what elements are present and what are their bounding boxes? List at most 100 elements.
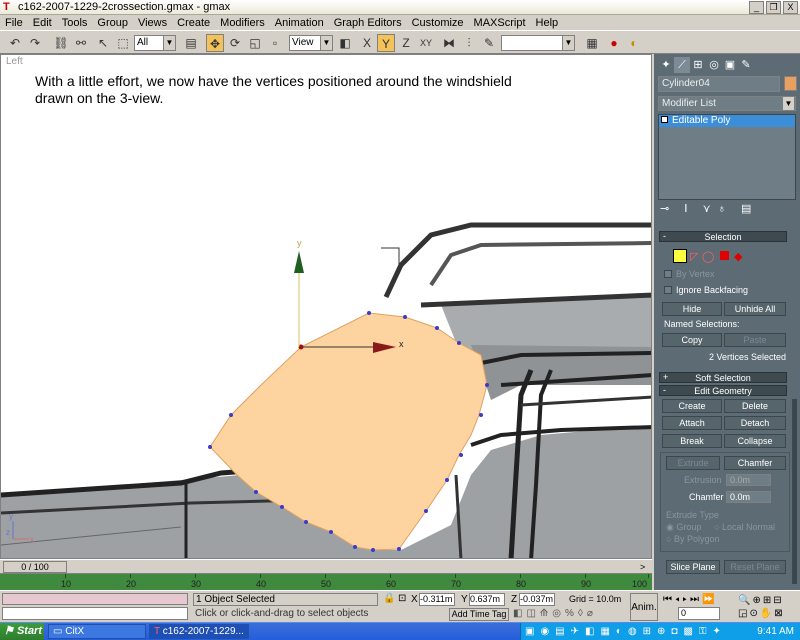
- viewport-left[interactable]: Left With a little effort, we now have t…: [0, 54, 652, 559]
- menu-customize[interactable]: Customize: [407, 17, 469, 29]
- panel-scrollbar[interactable]: [792, 399, 797, 584]
- extrusion-field[interactable]: 0.0m: [726, 474, 771, 486]
- absolute-mode-icon[interactable]: ⊡: [398, 593, 406, 604]
- minimize-button[interactable]: _: [749, 0, 764, 14]
- maxscript-input[interactable]: [2, 607, 188, 620]
- by-polygon-radio[interactable]: ○ By Polygon: [666, 534, 719, 544]
- named-selection-icon[interactable]: ✎: [480, 34, 498, 52]
- stack-item-editable-poly[interactable]: Editable Poly: [659, 115, 795, 127]
- reference-coord-dropdown[interactable]: View ▼: [289, 35, 333, 51]
- axis-xy-icon[interactable]: XY: [417, 34, 435, 52]
- display-tab-icon[interactable]: ▣: [722, 57, 738, 73]
- taskbar-item-gmax[interactable]: T c162-2007-1229...: [149, 624, 249, 639]
- chamfer-button[interactable]: Chamfer: [724, 456, 786, 470]
- menu-maxscript[interactable]: MAXScript: [469, 17, 531, 29]
- axis-y-icon[interactable]: Y: [377, 34, 395, 52]
- anim-toggle-button[interactable]: Anim.: [630, 593, 658, 621]
- redo-icon[interactable]: ↷: [26, 34, 44, 52]
- material-editor-icon[interactable]: ▦: [583, 34, 601, 52]
- border-mode-icon[interactable]: ◯: [702, 250, 714, 263]
- menu-file[interactable]: File: [0, 17, 28, 29]
- start-button[interactable]: ⚑ Start: [0, 623, 44, 640]
- axis-x-icon[interactable]: X: [358, 34, 376, 52]
- polygon-mode-icon[interactable]: [720, 251, 729, 260]
- add-time-tag-button[interactable]: Add Time Tag: [449, 608, 509, 621]
- object-name-field[interactable]: Cylinder04: [658, 76, 780, 92]
- reset-plane-button[interactable]: Reset Plane: [724, 560, 786, 574]
- rotate-icon[interactable]: ⟳: [226, 34, 244, 52]
- align-icon[interactable]: ⫶: [460, 34, 478, 52]
- scale-flyout-icon[interactable]: ▫: [266, 34, 284, 52]
- named-selection-dropdown[interactable]: ▼: [501, 35, 575, 51]
- delete-button[interactable]: Delete: [724, 399, 786, 413]
- extrude-button[interactable]: Extrude: [666, 456, 720, 470]
- pivot-center-icon[interactable]: ◧: [336, 34, 354, 52]
- slice-plane-button[interactable]: Slice Plane: [666, 560, 720, 574]
- motion-tab-icon[interactable]: ◎: [706, 57, 722, 73]
- time-slider[interactable]: 0 / 100: [3, 561, 67, 573]
- select-region-icon[interactable]: ⬚: [114, 34, 132, 52]
- remove-modifier-icon[interactable]: ♁: [718, 203, 726, 215]
- pin-stack-icon[interactable]: ⊸: [660, 203, 669, 215]
- unhide-all-button[interactable]: Unhide All: [724, 302, 786, 316]
- break-button[interactable]: Break: [662, 434, 722, 448]
- hierarchy-tab-icon[interactable]: ⊞: [690, 57, 706, 73]
- tray-icons[interactable]: ▣◉▤✈◧▦◐◍⊞⊕◘▩⚿✦: [521, 626, 727, 637]
- move-icon[interactable]: ✥: [206, 34, 224, 52]
- link-icon[interactable]: ⛓: [52, 34, 70, 52]
- copy-button[interactable]: Copy: [662, 333, 722, 347]
- by-vertex-checkbox[interactable]: [664, 270, 672, 278]
- rollout-edit-geometry-header[interactable]: - Edit Geometry: [659, 385, 787, 396]
- attach-button[interactable]: Attach: [662, 416, 722, 430]
- selection-filter-dropdown[interactable]: All ▼: [134, 35, 176, 51]
- menu-modifiers[interactable]: Modifiers: [215, 17, 270, 29]
- object-color-swatch[interactable]: [784, 76, 797, 91]
- create-button[interactable]: Create: [662, 399, 722, 413]
- close-button[interactable]: X: [783, 0, 798, 14]
- time-slider-next-icon[interactable]: >: [640, 562, 645, 572]
- scale-icon[interactable]: ◱: [246, 34, 264, 52]
- utilities-tab-icon[interactable]: ✎: [738, 57, 754, 73]
- unlink-icon[interactable]: ⚯: [72, 34, 90, 52]
- edge-mode-icon[interactable]: ◸: [690, 250, 698, 263]
- z-coord-field[interactable]: -0.037m: [519, 593, 555, 606]
- menu-tools[interactable]: Tools: [57, 17, 93, 29]
- detach-button[interactable]: Detach: [724, 416, 786, 430]
- create-tab-icon[interactable]: ✦: [658, 57, 674, 73]
- vertex-mode-icon[interactable]: [673, 249, 687, 263]
- paste-button[interactable]: Paste: [724, 333, 786, 347]
- select-by-name-icon[interactable]: ▤: [182, 34, 200, 52]
- axis-z-icon[interactable]: Z: [397, 34, 415, 52]
- ignore-backfacing-checkbox[interactable]: [664, 286, 672, 294]
- undo-icon[interactable]: ↶: [6, 34, 24, 52]
- modify-tab-icon[interactable]: ⟋: [674, 57, 690, 73]
- rollout-soft-selection-header[interactable]: + Soft Selection: [659, 372, 787, 383]
- x-coord-field[interactable]: -0.311m: [419, 593, 455, 606]
- hide-button[interactable]: Hide: [662, 302, 722, 316]
- mirror-icon[interactable]: ⧓: [440, 34, 458, 52]
- menu-create[interactable]: Create: [172, 17, 215, 29]
- group-radio[interactable]: ◉ Group: [666, 522, 701, 533]
- show-end-result-icon[interactable]: Ⅰ: [684, 203, 687, 215]
- menu-group[interactable]: Group: [92, 17, 133, 29]
- local-normal-radio[interactable]: ○ Local Normal: [714, 522, 775, 532]
- modifier-list-dropdown[interactable]: Modifier List ▼: [658, 96, 796, 111]
- rollout-selection-header[interactable]: - Selection: [659, 231, 787, 242]
- select-arrow-icon[interactable]: ↖: [94, 34, 112, 52]
- stack-expand-icon[interactable]: [661, 116, 668, 123]
- menu-help[interactable]: Help: [531, 17, 564, 29]
- taskbar-item-citx[interactable]: ▭ CitX: [48, 624, 146, 639]
- y-coord-field[interactable]: 0.637m: [469, 593, 505, 606]
- chamfer-field[interactable]: 0.0m: [726, 491, 771, 503]
- current-frame-field[interactable]: 0: [678, 607, 720, 620]
- menu-graph-editors[interactable]: Graph Editors: [329, 17, 407, 29]
- menu-animation[interactable]: Animation: [270, 17, 329, 29]
- menu-edit[interactable]: Edit: [28, 17, 57, 29]
- configure-sets-icon[interactable]: ▤: [741, 203, 751, 215]
- element-mode-icon[interactable]: ◆: [734, 250, 742, 263]
- track-bar[interactable]: 10 20 30 40 50 60 70 80 90 100: [0, 573, 652, 590]
- collapse-button[interactable]: Collapse: [724, 434, 786, 448]
- quick-render-icon[interactable]: ◐: [625, 34, 643, 52]
- make-unique-icon[interactable]: ⋎: [703, 203, 711, 215]
- viewport-nav-icons[interactable]: 🔍⊕⊞⊟ ◲⊙✋⊠: [738, 594, 798, 622]
